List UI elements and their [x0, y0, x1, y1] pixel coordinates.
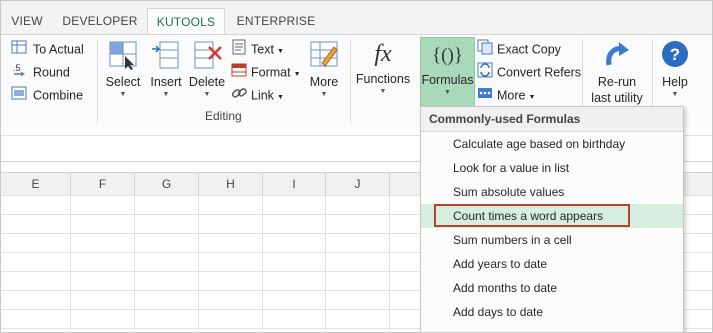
- format-label: Format: [251, 65, 291, 80]
- round-button[interactable]: .5 Round: [11, 62, 70, 82]
- formulas-label: Formulas: [421, 73, 474, 87]
- format-icon: [231, 62, 247, 84]
- convert-refers-button[interactable]: Convert Refers: [477, 62, 581, 82]
- excel-window: VIEW DEVELOPER KUTOOLS ENTERPRISE To Act…: [0, 0, 713, 333]
- tab-kutools[interactable]: KUTOOLS: [147, 8, 225, 35]
- select-label: Select: [105, 75, 141, 89]
- chevron-down-icon: ▼: [320, 91, 328, 98]
- more-icon: [310, 41, 338, 67]
- menu-item-lookup-value[interactable]: Look for a value in list: [421, 156, 683, 180]
- exact-copy-button[interactable]: Exact Copy: [477, 39, 561, 59]
- menu-item-sum-numbers-cell[interactable]: Sum numbers in a cell: [421, 228, 683, 252]
- more-dropdown-label: More: [497, 88, 526, 103]
- combine-icon: [11, 85, 29, 107]
- functions-label: Functions: [355, 72, 411, 86]
- highlight-box: [434, 204, 630, 227]
- insert-label: Insert: [150, 75, 182, 89]
- functions-button[interactable]: fx Functions ▼: [353, 39, 413, 97]
- exact-copy-icon: [477, 39, 493, 61]
- help-button[interactable]: ? Help ▼: [657, 39, 693, 100]
- more-label: More: [309, 75, 339, 89]
- chevron-down-icon: ▼: [276, 48, 284, 56]
- rerun-label-line1: Re-run: [597, 75, 637, 89]
- round-label: Round: [33, 65, 70, 80]
- chevron-down-icon: ▼: [203, 91, 211, 98]
- rerun-label-line2: last utility: [591, 91, 643, 105]
- ribbon-separator: [97, 39, 98, 123]
- delete-button[interactable]: Delete ▼: [188, 39, 226, 100]
- fx-icon: fx: [374, 41, 392, 67]
- delete-label: Delete: [188, 75, 226, 89]
- more-grid-icon: [477, 85, 493, 107]
- chevron-down-icon: ▼: [119, 91, 127, 98]
- text-label: Text: [251, 42, 274, 57]
- column-header-j[interactable]: J: [326, 173, 390, 195]
- to-actual-icon: [11, 39, 29, 61]
- format-button[interactable]: Format ▼: [231, 62, 301, 82]
- menu-header: Commonly-used Formulas: [421, 107, 683, 132]
- chevron-down-icon: ▼: [528, 94, 536, 102]
- delete-icon: [194, 41, 222, 69]
- menu-item-add-days[interactable]: Add days to date: [421, 300, 683, 324]
- grid-line: [198, 195, 199, 332]
- select-button[interactable]: Select ▼: [103, 39, 143, 100]
- braces-icon: {()}: [432, 45, 463, 66]
- tab-view[interactable]: VIEW: [7, 8, 47, 34]
- ribbon-separator: [350, 39, 351, 123]
- combine-button[interactable]: Combine: [11, 85, 83, 105]
- svg-text:?: ?: [670, 45, 680, 64]
- redo-arrow-icon: [606, 42, 629, 66]
- menu-item-add-years[interactable]: Add years to date: [421, 252, 683, 276]
- round-icon: .5: [11, 62, 29, 84]
- column-header-i[interactable]: I: [263, 173, 326, 195]
- grid-line: [134, 195, 135, 332]
- help-label: Help: [662, 75, 688, 89]
- link-icon: [231, 85, 247, 107]
- column-header-h[interactable]: H: [199, 173, 263, 195]
- grid-line: [325, 195, 326, 332]
- chevron-down-icon: ▼: [379, 88, 387, 95]
- help-icon: ?: [662, 41, 688, 67]
- formulas-dropdown-menu: Commonly-used Formulas Calculate age bas…: [420, 106, 684, 332]
- combine-label: Combine: [33, 88, 84, 103]
- ribbon-tab-bar: VIEW DEVELOPER KUTOOLS ENTERPRISE: [1, 1, 712, 35]
- menu-item-add-months[interactable]: Add months to date: [421, 276, 683, 300]
- chevron-down-icon: ▼: [293, 71, 301, 79]
- column-header-e[interactable]: E: [1, 173, 71, 195]
- text-button[interactable]: Text ▼: [231, 39, 284, 59]
- to-actual-label: To Actual: [33, 42, 84, 57]
- menu-item-sum-absolute[interactable]: Sum absolute values: [421, 180, 683, 204]
- grid-line: [389, 195, 390, 332]
- select-icon: [109, 41, 137, 70]
- menu-item-age-birthday[interactable]: Calculate age based on birthday: [421, 132, 683, 156]
- svg-text:.5: .5: [13, 63, 21, 73]
- chevron-down-icon: ▼: [444, 89, 451, 96]
- grid-line: [70, 195, 71, 332]
- chevron-down-icon: ▼: [276, 94, 284, 102]
- more-button[interactable]: More ▼: [305, 39, 343, 100]
- link-button[interactable]: Link ▼: [231, 85, 284, 105]
- column-header-f[interactable]: F: [71, 173, 135, 195]
- editing-group-label: Editing: [205, 109, 242, 123]
- exact-copy-label: Exact Copy: [497, 42, 561, 57]
- tab-enterprise[interactable]: ENTERPRISE: [233, 8, 319, 34]
- insert-icon: [152, 41, 179, 69]
- rerun-button[interactable]: Re-run last utility: [587, 39, 647, 106]
- convert-refers-label: Convert Refers: [497, 65, 582, 80]
- formulas-button[interactable]: {()} Formulas ▼: [420, 37, 475, 111]
- column-header-g[interactable]: G: [135, 173, 199, 195]
- chevron-down-icon: ▼: [162, 91, 170, 98]
- link-label: Link: [251, 88, 274, 103]
- insert-button[interactable]: Insert ▼: [147, 39, 185, 100]
- chevron-down-icon: ▼: [671, 91, 679, 98]
- text-icon: [231, 39, 247, 61]
- convert-refers-icon: [477, 62, 493, 84]
- grid-line: [262, 195, 263, 332]
- to-actual-button[interactable]: To Actual: [11, 39, 84, 59]
- more-dropdown-button[interactable]: More ▼: [477, 85, 535, 105]
- tab-developer[interactable]: DEVELOPER: [61, 8, 139, 34]
